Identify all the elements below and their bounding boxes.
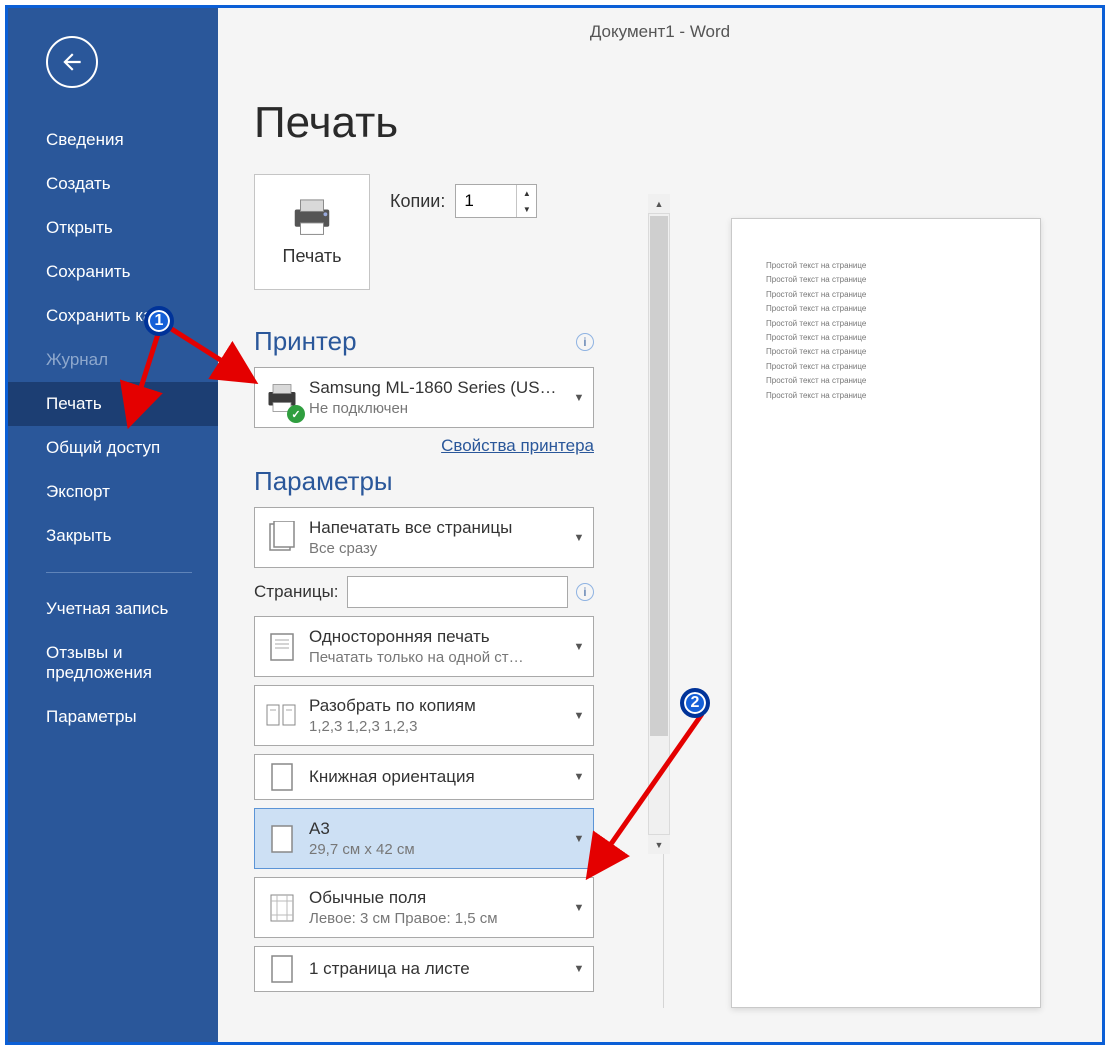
sidebar-footer-item-1[interactable]: Отзывы и предложения: [8, 631, 218, 695]
chevron-down-icon: ▼: [565, 508, 593, 567]
chevron-down-icon: ▼: [565, 809, 593, 868]
setting-icon: [255, 755, 309, 799]
pages-input[interactable]: [347, 576, 568, 608]
setting-title: Разобрать по копиям: [309, 696, 559, 716]
setting-subtitle: Печатать только на одной ст…: [309, 649, 559, 666]
backstage-sidebar: СведенияСоздатьОткрытьСохранитьСохранить…: [8, 8, 218, 1042]
page-preview: Простой текст на страницеПростой текст н…: [731, 218, 1041, 1008]
setting-title: A3: [309, 819, 559, 839]
document-title: Документ1 - Word: [590, 22, 730, 42]
printer-heading: Принтер: [254, 326, 357, 357]
titlebar: Документ1 - Word: [218, 8, 1102, 56]
sidebar-item-6[interactable]: Печать: [8, 382, 218, 426]
preview-line: Простой текст на странице: [766, 302, 1006, 316]
setting-icon: [255, 809, 309, 868]
preview-line: Простой текст на странице: [766, 345, 1006, 359]
setting-subtitle: Левое: 3 см Правое: 1,5 см: [309, 910, 559, 927]
copies-label: Копии:: [390, 191, 445, 212]
setting-icon: [255, 686, 309, 745]
setting-icon: [255, 617, 309, 676]
preview-line: Простой текст на странице: [766, 331, 1006, 345]
preview-line: Простой текст на странице: [766, 288, 1006, 302]
setting-dropdown-4[interactable]: A3 29,7 см x 42 см ▼: [254, 808, 594, 869]
sidebar-item-9[interactable]: Закрыть: [8, 514, 218, 558]
setting-title: Односторонняя печать: [309, 627, 559, 647]
info-icon[interactable]: i: [576, 583, 594, 601]
scrollbar-thumb[interactable]: [650, 216, 668, 736]
print-button[interactable]: Печать: [254, 174, 370, 290]
settings-scrollbar[interactable]: ▲ ▼: [648, 194, 670, 854]
copies-input[interactable]: [456, 185, 516, 217]
setting-icon: [255, 878, 309, 937]
printer-status: Не подключен: [309, 400, 559, 417]
setting-title: Книжная ориентация: [309, 767, 559, 787]
sidebar-separator: [46, 572, 192, 573]
printer-device-icon: [255, 368, 309, 427]
preview-pane: Простой текст на страницеПростой текст н…: [670, 98, 1102, 1042]
setting-title: Обычные поля: [309, 888, 559, 908]
chevron-down-icon: ▼: [565, 617, 593, 676]
preview-line: Простой текст на странице: [766, 273, 1006, 287]
page-title: Печать: [254, 98, 644, 148]
preview-line: Простой текст на странице: [766, 317, 1006, 331]
printer-properties-link[interactable]: Свойства принтера: [254, 436, 594, 456]
setting-dropdown-6[interactable]: 1 страница на листе ▼: [254, 946, 594, 992]
chevron-down-icon: ▼: [565, 368, 593, 427]
chevron-down-icon: ▼: [565, 878, 593, 937]
preview-line: Простой текст на странице: [766, 374, 1006, 388]
printer-name: Samsung ML-1860 Series (US…: [309, 378, 559, 398]
pages-label: Страницы:: [254, 582, 339, 602]
spinner-up-icon[interactable]: ▲: [517, 185, 536, 201]
info-icon[interactable]: i: [576, 333, 594, 351]
setting-title: 1 страница на листе: [309, 959, 559, 979]
scroll-up-icon[interactable]: ▲: [648, 194, 670, 214]
sidebar-footer-item-0[interactable]: Учетная запись: [8, 587, 218, 631]
setting-dropdown-1[interactable]: Односторонняя печать Печатать только на о…: [254, 616, 594, 677]
printer-dropdown[interactable]: Samsung ML-1860 Series (US… Не подключен…: [254, 367, 594, 428]
sidebar-item-8[interactable]: Экспорт: [8, 470, 218, 514]
check-badge-icon: [287, 405, 305, 423]
spinner-down-icon[interactable]: ▼: [517, 201, 536, 217]
setting-title: Напечатать все страницы: [309, 518, 559, 538]
params-heading: Параметры: [254, 466, 644, 497]
sidebar-item-4[interactable]: Сохранить как: [8, 294, 218, 338]
sidebar-item-1[interactable]: Создать: [8, 162, 218, 206]
setting-dropdown-2[interactable]: Разобрать по копиям 1,2,3 1,2,3 1,2,3 ▼: [254, 685, 594, 746]
chevron-down-icon: ▼: [565, 947, 593, 991]
printer-icon: [289, 198, 335, 238]
chevron-down-icon: ▼: [565, 686, 593, 745]
print-button-label: Печать: [283, 246, 342, 267]
setting-icon: [255, 508, 309, 567]
sidebar-item-0[interactable]: Сведения: [8, 118, 218, 162]
preview-line: Простой текст на странице: [766, 259, 1006, 273]
sidebar-item-3[interactable]: Сохранить: [8, 250, 218, 294]
scroll-down-icon[interactable]: ▼: [648, 834, 670, 854]
setting-dropdown-3[interactable]: Книжная ориентация ▼: [254, 754, 594, 800]
setting-dropdown-0[interactable]: Напечатать все страницы Все сразу ▼: [254, 507, 594, 568]
sidebar-item-7[interactable]: Общий доступ: [8, 426, 218, 470]
setting-subtitle: Все сразу: [309, 540, 559, 557]
setting-icon: [255, 947, 309, 991]
copies-spinner[interactable]: ▲ ▼: [455, 184, 537, 218]
sidebar-item-2[interactable]: Открыть: [8, 206, 218, 250]
preview-line: Простой текст на странице: [766, 360, 1006, 374]
back-button[interactable]: [46, 36, 98, 88]
chevron-down-icon: ▼: [565, 755, 593, 799]
setting-subtitle: 1,2,3 1,2,3 1,2,3: [309, 718, 559, 735]
sidebar-item-5: Журнал: [8, 338, 218, 382]
sidebar-footer-item-2[interactable]: Параметры: [8, 695, 218, 739]
preview-line: Простой текст на странице: [766, 389, 1006, 403]
back-arrow-icon: [59, 49, 85, 75]
setting-subtitle: 29,7 см x 42 см: [309, 841, 559, 858]
setting-dropdown-5[interactable]: Обычные поля Левое: 3 см Правое: 1,5 см ▼: [254, 877, 594, 938]
